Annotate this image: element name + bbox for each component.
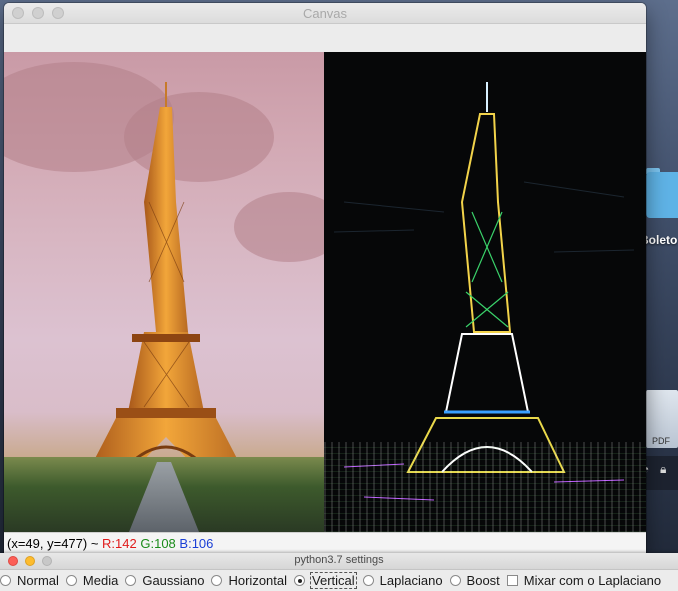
menu-extras: ◔ 🔒︎ (642, 456, 678, 490)
option-label: Gaussiano (142, 573, 205, 588)
settings-window: python3.7 settings Normal Media Gaussian… (0, 553, 678, 591)
option-label: Media (82, 573, 119, 588)
radio-button[interactable] (211, 575, 223, 586)
option-label: Normal (17, 573, 59, 588)
option-label: Boost (466, 573, 500, 588)
radio-button[interactable] (65, 575, 77, 586)
red-value: R:142 (102, 536, 137, 551)
radio-button[interactable] (449, 575, 461, 586)
option-media[interactable]: Media (65, 573, 119, 588)
pixel-status-bar: (x=49, y=477) ~ R:142 G:108 B:106 (4, 532, 646, 553)
settings-titlebar[interactable]: python3.7 settings (0, 553, 678, 570)
radio-button[interactable] (0, 575, 11, 586)
filtered-image[interactable] (324, 52, 646, 532)
pdf-file-label: PDF (652, 436, 670, 446)
blue-value: B:106 (179, 536, 214, 551)
green-value: G:108 (140, 536, 176, 551)
settings-window-title: python3.7 settings (294, 554, 384, 566)
radio-button[interactable] (125, 575, 137, 586)
canvas-titlebar[interactable]: Canvas (4, 3, 646, 24)
option-label: Mixar com o Laplaciano (523, 573, 662, 588)
option-mixar-laplaciano[interactable]: Mixar com o Laplaciano (506, 573, 662, 588)
option-normal[interactable]: Normal (0, 573, 59, 588)
option-label: Laplaciano (379, 573, 443, 588)
folder-icon[interactable] (646, 172, 678, 218)
option-vertical[interactable]: Vertical (294, 572, 357, 589)
option-laplaciano[interactable]: Laplaciano (362, 573, 443, 588)
original-image[interactable] (4, 52, 324, 532)
radio-button-selected[interactable] (294, 575, 306, 586)
canvas-window: Canvas (x=49, y=477) ~ R:142 G:108 B:106 (4, 3, 646, 553)
cursor-coordinates: (x=49, y=477) ~ (7, 536, 99, 551)
lock-icon[interactable]: 🔒︎ (660, 462, 666, 477)
option-horizontal[interactable]: Horizontal (211, 573, 287, 588)
image-canvas[interactable] (4, 52, 646, 532)
edge-noise-texture (324, 442, 646, 532)
filter-options: Normal Media Gaussiano Horizontal Vertic… (0, 570, 678, 591)
option-label: Horizontal (228, 573, 288, 588)
option-label: Vertical (310, 572, 357, 589)
radio-button[interactable] (362, 575, 374, 586)
option-boost[interactable]: Boost (449, 573, 500, 588)
option-gaussiano[interactable]: Gaussiano (125, 573, 204, 588)
checkbox[interactable] (506, 575, 518, 586)
canvas-window-title: Canvas (302, 6, 348, 21)
canvas-toolbar (4, 24, 646, 53)
